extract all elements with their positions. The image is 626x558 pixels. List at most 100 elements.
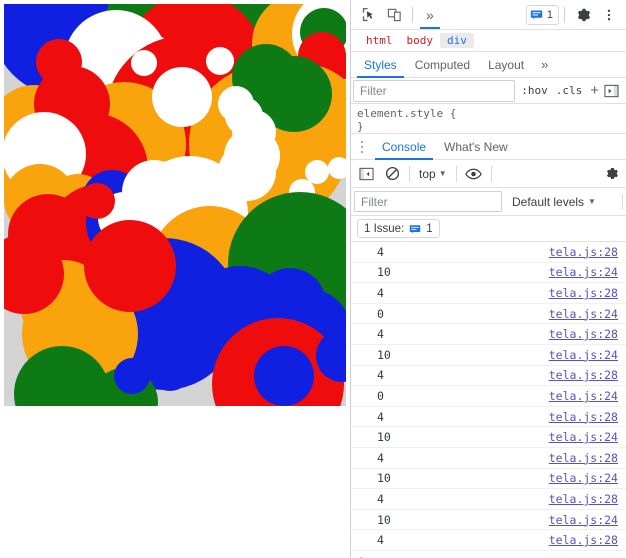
console-log-value: 4 bbox=[377, 368, 384, 383]
element-style-close-brace: } bbox=[357, 120, 364, 133]
console-log-row[interactable]: 4 tela.js:28 bbox=[351, 489, 626, 510]
styles-filter-input[interactable] bbox=[353, 79, 516, 102]
gear-icon[interactable] bbox=[570, 3, 596, 27]
console-log-source-link[interactable]: tela.js:28 bbox=[549, 245, 618, 259]
console-log-row[interactable]: 4 tela.js:28 bbox=[351, 242, 626, 263]
console-log-value: 4 bbox=[377, 285, 384, 300]
live-expression-eye-icon[interactable] bbox=[462, 163, 486, 185]
chevron-down-icon: ▼ bbox=[438, 169, 447, 178]
console-log-row[interactable]: 4 tela.js:28 bbox=[351, 407, 626, 428]
console-toolbar: top ▼ bbox=[351, 160, 626, 188]
console-log-source-link[interactable]: tela.js:28 bbox=[549, 286, 618, 300]
console-log-source-link[interactable]: tela.js:24 bbox=[549, 389, 618, 403]
console-toolbar-divider-2 bbox=[455, 165, 457, 182]
console-log-value: 4 bbox=[377, 450, 384, 465]
more-vertical-icon[interactable] bbox=[596, 3, 622, 27]
console-log-source-link[interactable]: tela.js:24 bbox=[549, 430, 618, 444]
console-log-row[interactable]: 4 tela.js:28 bbox=[351, 530, 626, 551]
breadcrumb-item-body[interactable]: body bbox=[400, 33, 441, 48]
console-log-value: 10 bbox=[377, 512, 391, 527]
console-log-value: 4 bbox=[377, 327, 384, 342]
console-log-source-link[interactable]: tela.js:24 bbox=[549, 265, 618, 279]
browser-page-viewport bbox=[0, 0, 350, 558]
console-log-row[interactable]: 10 tela.js:24 bbox=[351, 510, 626, 531]
issues-summary-count: 1 bbox=[426, 222, 433, 235]
breadcrumb-item-html[interactable]: html bbox=[359, 33, 400, 48]
console-log-source-link[interactable]: tela.js:24 bbox=[549, 513, 618, 527]
drag-handle-dots-icon[interactable] bbox=[351, 134, 373, 159]
styles-tabs-overflow[interactable]: » bbox=[533, 52, 556, 77]
styles-rule-element-style: element.style { } bbox=[351, 104, 626, 134]
console-toolbar-divider bbox=[409, 165, 410, 182]
console-log-row[interactable]: 10 tela.js:24 bbox=[351, 345, 626, 366]
toolbar-divider bbox=[412, 6, 413, 23]
console-log-value: 10 bbox=[377, 430, 391, 445]
devtools-panel: » 1 html body div Styles Computed Layout… bbox=[350, 0, 626, 558]
inspect-element-icon[interactable] bbox=[355, 3, 381, 27]
issues-message-icon bbox=[530, 10, 543, 19]
console-log-row[interactable]: 0 tela.js:24 bbox=[351, 304, 626, 325]
issues-counter-button[interactable]: 1 bbox=[525, 4, 559, 25]
toggle-element-state-button[interactable]: :hov bbox=[517, 84, 552, 97]
console-filter-divider bbox=[622, 193, 623, 210]
console-filter-input[interactable] bbox=[354, 191, 502, 212]
console-log-value: 4 bbox=[377, 491, 384, 506]
console-context-label: top bbox=[419, 166, 436, 181]
device-toolbar-icon[interactable] bbox=[381, 3, 407, 27]
tab-console[interactable]: Console bbox=[373, 134, 435, 160]
console-log-source-link[interactable]: tela.js:28 bbox=[549, 410, 618, 424]
console-log-row[interactable]: 10 tela.js:24 bbox=[351, 263, 626, 284]
console-log-levels-selector[interactable]: Default levels ▼ bbox=[506, 195, 596, 209]
console-log-source-link[interactable]: tela.js:28 bbox=[549, 533, 618, 547]
console-log-row[interactable]: 0 tela.js:24 bbox=[351, 386, 626, 407]
console-log-source-link[interactable]: tela.js:24 bbox=[549, 471, 618, 485]
tab-computed[interactable]: Computed bbox=[406, 52, 479, 77]
canvas-element[interactable] bbox=[4, 4, 346, 406]
console-toolbar-divider-3 bbox=[490, 165, 492, 182]
console-message-list[interactable]: 4 tela.js:28 10 tela.js:24 4 tela.js:28 0 tela.… bbox=[351, 242, 626, 558]
console-log-row[interactable]: 4 tela.js:28 bbox=[351, 324, 626, 345]
toolbar-divider-2 bbox=[564, 6, 565, 23]
issues-summary-button[interactable]: 1 Issue: 1 bbox=[357, 219, 440, 238]
console-context-selector[interactable]: top ▼ bbox=[415, 167, 451, 181]
console-sidebar-icon[interactable] bbox=[354, 163, 378, 185]
issues-summary-label: 1 Issue: bbox=[364, 222, 405, 235]
breadcrumb-item-div[interactable]: div bbox=[440, 33, 474, 48]
styles-filter-bar: :hov .cls + bbox=[351, 78, 626, 104]
console-log-source-link[interactable]: tela.js:28 bbox=[549, 368, 618, 382]
console-settings-icon[interactable] bbox=[599, 163, 623, 185]
console-log-row[interactable]: 10 tela.js:24 bbox=[351, 469, 626, 490]
console-log-source-link[interactable]: tela.js:28 bbox=[549, 451, 618, 465]
element-style-selector[interactable]: element.style { bbox=[357, 107, 626, 120]
console-log-row[interactable]: 4 tela.js:28 bbox=[351, 283, 626, 304]
drawer-tabs: Console What's New bbox=[351, 134, 626, 160]
panels-overflow-button[interactable]: » bbox=[418, 0, 442, 29]
console-log-source-link[interactable]: tela.js:24 bbox=[549, 307, 618, 321]
breadcrumb: html body div bbox=[351, 30, 626, 52]
screenshot-root: » 1 html body div Styles Computed Layout… bbox=[0, 0, 626, 558]
console-log-value: 4 bbox=[377, 533, 384, 548]
console-log-source-link[interactable]: tela.js:24 bbox=[549, 348, 618, 362]
circle-packing-artwork bbox=[4, 4, 346, 406]
new-style-rule-button[interactable]: + bbox=[586, 82, 601, 99]
tab-styles[interactable]: Styles bbox=[355, 52, 406, 78]
console-log-row[interactable]: 10 tela.js:24 bbox=[351, 427, 626, 448]
console-log-value: 4 bbox=[377, 409, 384, 424]
clear-console-icon[interactable] bbox=[380, 163, 404, 185]
tab-layout[interactable]: Layout bbox=[479, 52, 533, 77]
console-log-row[interactable]: 4 tela.js:28 bbox=[351, 366, 626, 387]
console-prompt[interactable]: ❯ bbox=[351, 551, 626, 558]
console-filter-bar: Default levels ▼ bbox=[351, 188, 626, 216]
console-log-value: 0 bbox=[377, 388, 384, 403]
console-issues-bar: 1 Issue: 1 bbox=[351, 216, 626, 242]
console-log-source-link[interactable]: tela.js:28 bbox=[549, 327, 618, 341]
sidebar-toggle-icon[interactable] bbox=[601, 82, 621, 100]
console-log-value: 4 bbox=[377, 244, 384, 259]
log-levels-label: Default levels bbox=[512, 194, 585, 209]
console-log-value: 0 bbox=[377, 306, 384, 321]
console-log-value: 10 bbox=[377, 347, 391, 362]
console-log-row[interactable]: 4 tela.js:28 bbox=[351, 448, 626, 469]
toggle-class-button[interactable]: .cls bbox=[552, 84, 587, 97]
tab-whats-new[interactable]: What's New bbox=[435, 134, 517, 159]
console-log-source-link[interactable]: tela.js:28 bbox=[549, 492, 618, 506]
